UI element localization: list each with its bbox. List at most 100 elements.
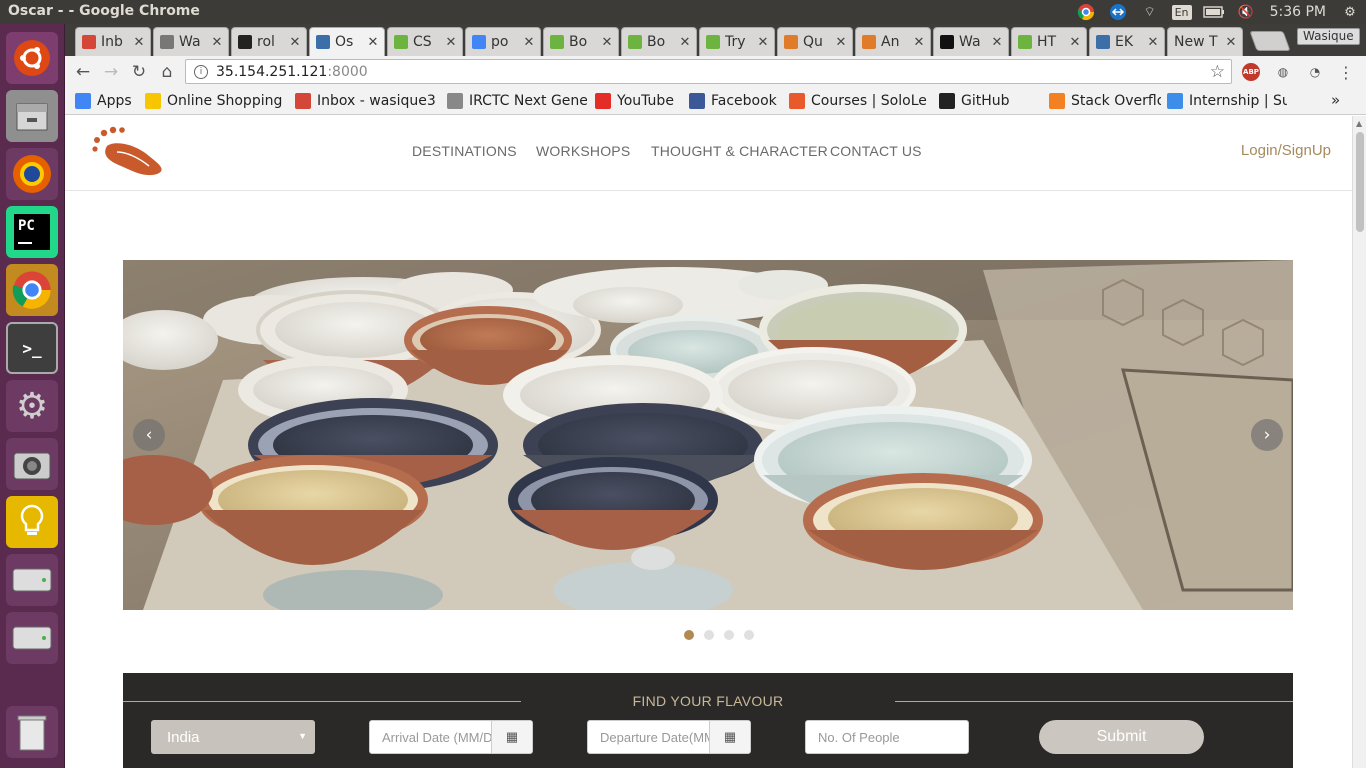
notes-icon[interactable] <box>6 496 58 548</box>
nav-thought-character[interactable]: THOUGHT & CHARACTER <box>651 143 828 159</box>
footprint-logo-icon[interactable] <box>91 126 166 176</box>
bookmark-item[interactable]: Inbox - wasique3 <box>295 91 440 111</box>
bookmark-item[interactable]: Internship | Sum <box>1167 91 1287 111</box>
tab-title: An <box>881 34 900 50</box>
tab[interactable]: po ✕ <box>465 27 541 56</box>
tab[interactable]: HT ✕ <box>1011 27 1087 56</box>
tab[interactable]: Inb ✕ <box>75 27 151 56</box>
site-info-icon[interactable]: i <box>194 64 208 79</box>
tab[interactable]: Bo ✕ <box>543 27 619 56</box>
close-tab-icon[interactable]: ✕ <box>912 35 926 50</box>
carousel-dot[interactable] <box>703 630 714 640</box>
bookmark-item[interactable]: Online Shopping <box>145 91 285 111</box>
close-tab-icon[interactable]: ✕ <box>366 35 380 50</box>
close-tab-icon[interactable]: ✕ <box>1068 35 1082 50</box>
clock[interactable]: 5:36 PM <box>1270 4 1326 20</box>
drive-icon[interactable] <box>6 554 58 606</box>
pycharm-icon[interactable]: PC <box>6 206 58 258</box>
calendar-icon[interactable]: ▦ <box>491 721 532 753</box>
gauge-extension-icon[interactable]: ◔ <box>1304 62 1326 82</box>
carousel-prev-button[interactable]: ‹ <box>133 419 165 451</box>
chrome-tray-icon[interactable] <box>1075 3 1097 21</box>
close-tab-icon[interactable]: ✕ <box>756 35 770 50</box>
login-signup-link[interactable]: Login/SignUp <box>1241 142 1331 159</box>
close-tab-icon[interactable]: ✕ <box>210 35 224 50</box>
people-count-input[interactable]: No. Of People <box>805 720 969 754</box>
tab[interactable]: New T ✕ <box>1167 27 1243 56</box>
close-tab-icon[interactable]: ✕ <box>522 35 536 50</box>
profile-button[interactable]: Wasique <box>1297 28 1360 45</box>
volume-muted-icon[interactable]: 🔇 <box>1235 3 1257 21</box>
bookmark-item[interactable]: IRCTC Next Gene <box>447 91 587 111</box>
tab[interactable]: Qu ✕ <box>777 27 853 56</box>
trash-icon[interactable] <box>6 706 58 758</box>
new-tab-button[interactable] <box>1249 31 1291 51</box>
close-tab-icon[interactable]: ✕ <box>132 35 146 50</box>
nav-destinations[interactable]: DESTINATIONS <box>412 143 517 159</box>
bookmark-item[interactable]: GitHub <box>939 91 1043 111</box>
tab[interactable]: EK ✕ <box>1089 27 1165 56</box>
terminal-icon[interactable]: >_ <box>6 322 58 374</box>
country-select[interactable]: India ▼ <box>151 720 315 754</box>
battery-icon[interactable] <box>1202 3 1225 21</box>
close-tab-icon[interactable]: ✕ <box>600 35 614 50</box>
tab[interactable]: Bo ✕ <box>621 27 697 56</box>
system-settings-icon[interactable]: ⚙ <box>6 380 58 432</box>
keyboard-layout-indicator[interactable]: En <box>1171 3 1193 21</box>
tab[interactable]: rol ✕ <box>231 27 307 56</box>
carousel-next-button[interactable]: › <box>1251 419 1283 451</box>
hero-carousel[interactable] <box>123 260 1293 610</box>
departure-date-input[interactable]: Departure Date(MM/DD/YYYY) ▦ <box>587 720 751 754</box>
tab[interactable]: Os ✕ <box>309 27 385 56</box>
bookmark-star-icon[interactable]: ☆ <box>1210 62 1225 82</box>
wifi-icon[interactable]: ⌔ <box>1139 3 1161 21</box>
carousel-dot[interactable] <box>683 630 694 640</box>
adblock-extension-icon[interactable]: ABP <box>1240 62 1262 82</box>
close-tab-icon[interactable]: ✕ <box>834 35 848 50</box>
bookmark-item[interactable]: Stack Overflow <box>1049 91 1161 111</box>
submit-button[interactable]: Submit <box>1039 720 1204 754</box>
carousel-dot[interactable] <box>743 630 754 640</box>
scrollbar-thumb[interactable] <box>1356 132 1364 232</box>
bookmark-item[interactable]: Facebook <box>689 91 784 111</box>
chrome-menu-icon[interactable]: ⋮ <box>1335 62 1357 82</box>
calendar-icon[interactable]: ▦ <box>709 721 750 753</box>
drive-icon[interactable] <box>6 612 58 664</box>
reload-button[interactable]: ↻ <box>127 60 151 84</box>
bookmark-item[interactable]: Apps <box>75 91 137 111</box>
forward-button[interactable]: → <box>99 60 123 84</box>
close-tab-icon[interactable]: ✕ <box>1224 35 1238 50</box>
scroll-up-icon[interactable]: ▲ <box>1356 119 1362 128</box>
bulb-extension-icon[interactable]: ◍ <box>1272 62 1294 82</box>
firefox-icon[interactable] <box>6 148 58 200</box>
nav-contact-us[interactable]: CONTACT US <box>830 143 922 159</box>
bookmark-item[interactable]: YouTube <box>595 91 685 111</box>
close-tab-icon[interactable]: ✕ <box>678 35 692 50</box>
bookmarks-overflow-button[interactable]: » <box>1331 91 1340 109</box>
ubuntu-dash-icon[interactable] <box>6 32 58 84</box>
tab[interactable]: Try ✕ <box>699 27 775 56</box>
tab[interactable]: Wa ✕ <box>933 27 1009 56</box>
home-button[interactable]: ⌂ <box>155 60 179 84</box>
carousel-dot[interactable] <box>723 630 734 640</box>
tab-title: New T <box>1174 34 1218 50</box>
chrome-icon[interactable] <box>6 264 58 316</box>
camera-icon[interactable] <box>6 438 58 490</box>
arrival-date-input[interactable]: Arrival Date (MM/DD/YYYY) ▦ <box>369 720 533 754</box>
tab[interactable]: An ✕ <box>855 27 931 56</box>
close-tab-icon[interactable]: ✕ <box>1146 35 1160 50</box>
files-icon[interactable] <box>6 90 58 142</box>
bookmark-item[interactable]: Courses | SoloLe <box>789 91 931 111</box>
nav-workshops[interactable]: WORKSHOPS <box>536 143 630 159</box>
tab-title: Bo <box>647 34 666 50</box>
close-tab-icon[interactable]: ✕ <box>444 35 458 50</box>
page-scrollbar[interactable]: ▲ <box>1352 116 1366 768</box>
gear-icon[interactable]: ⚙ <box>1339 3 1361 21</box>
address-bar[interactable]: i 35.154.251.121:8000 ☆ <box>185 59 1232 84</box>
tab[interactable]: CS ✕ <box>387 27 463 56</box>
close-tab-icon[interactable]: ✕ <box>288 35 302 50</box>
back-button[interactable]: ← <box>71 60 95 84</box>
close-tab-icon[interactable]: ✕ <box>990 35 1004 50</box>
teamviewer-tray-icon[interactable] <box>1107 3 1129 21</box>
tab[interactable]: Wa ✕ <box>153 27 229 56</box>
